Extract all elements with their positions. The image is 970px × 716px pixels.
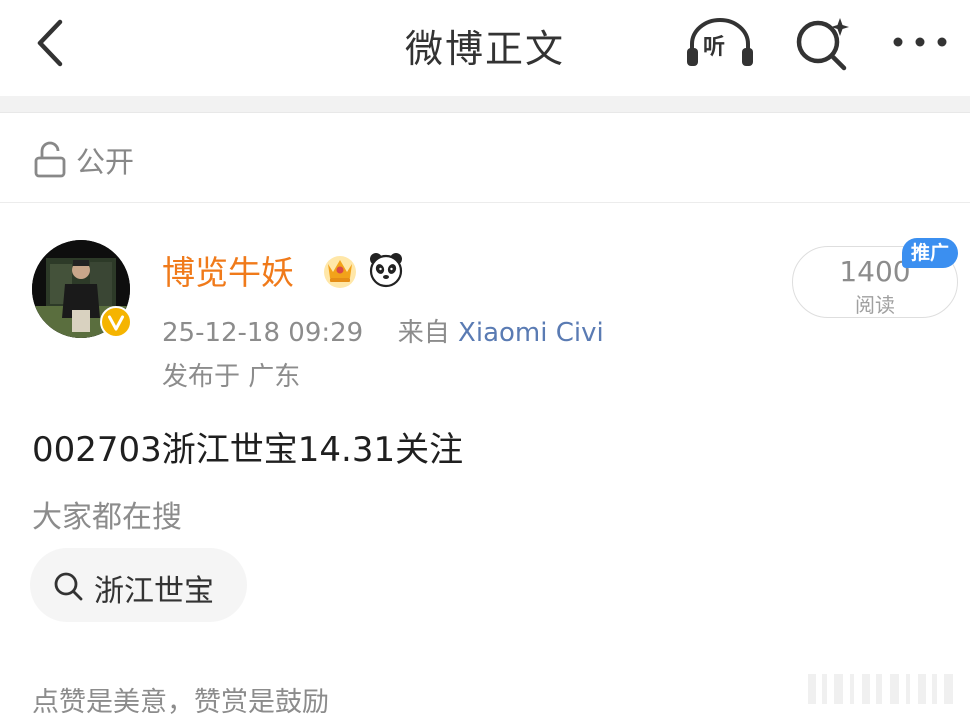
more-button[interactable] xyxy=(888,22,952,62)
reward-text: 点赞是美意，赞赏是鼓励 xyxy=(32,687,329,716)
chevron-left-icon xyxy=(37,19,63,67)
unlock-icon xyxy=(34,141,66,178)
post-meta: 25-12-18 09:29 来自 Xiaomi Civi xyxy=(162,312,604,349)
post-body-text: 002703浙江世宝14.31关注 xyxy=(32,430,464,470)
top-bar: 微博正文 听 xyxy=(0,0,970,96)
author-name[interactable]: 博览牛妖 xyxy=(162,246,294,294)
source-prefix: 来自 xyxy=(397,318,450,348)
source-device-link[interactable]: Xiaomi Civi xyxy=(458,318,604,348)
post-timestamp: 25-12-18 09:29 xyxy=(162,318,364,348)
section-divider xyxy=(0,96,970,113)
read-label: 阅读 xyxy=(855,293,895,317)
search-icon xyxy=(54,572,83,601)
listen-label: 听 xyxy=(703,35,726,60)
verified-badge-icon xyxy=(100,306,132,338)
visibility-label: 公开 xyxy=(76,145,135,179)
search-button[interactable] xyxy=(790,14,854,72)
post-location: 发布于 广东 xyxy=(162,362,301,392)
trending-search-heading: 大家都在搜 xyxy=(32,500,182,535)
visibility-row: 公开 xyxy=(0,113,970,203)
promo-tag: 推广 xyxy=(902,238,958,268)
panda-icon xyxy=(369,253,403,288)
back-button[interactable] xyxy=(30,18,74,68)
listen-button[interactable]: 听 xyxy=(684,14,756,70)
search-topic-label: 浙江世宝 xyxy=(94,574,214,609)
watermark-bars xyxy=(808,674,953,704)
more-dots-icon xyxy=(893,37,947,47)
crown-icon xyxy=(324,256,356,288)
search-topic-chip[interactable]: 浙江世宝 xyxy=(30,548,247,622)
search-sparkle-icon xyxy=(796,18,849,71)
